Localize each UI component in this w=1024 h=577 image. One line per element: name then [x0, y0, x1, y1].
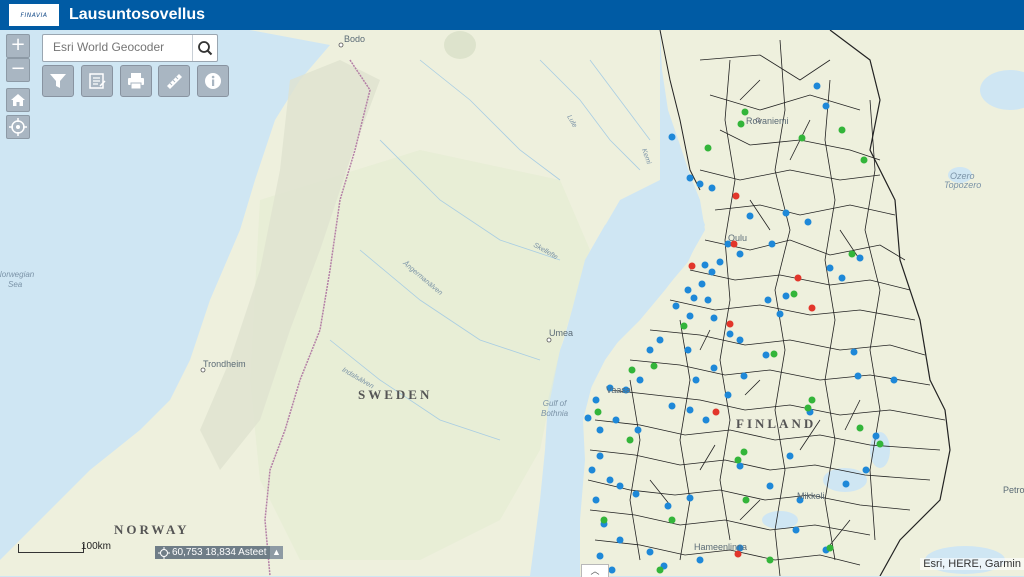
scale-label: 100km [81, 541, 112, 552]
city-label: Rovaniemi [746, 116, 789, 126]
city-label: Hameenlinna [694, 542, 748, 552]
city-label: Trondheim [203, 359, 246, 369]
print-icon [128, 73, 144, 90]
scale-bar [18, 544, 84, 553]
map-view[interactable]: Bodo Rovaniemi Oulu Umea Trondheim Vaasa… [0, 30, 1024, 576]
zoom-in-button[interactable]: + [6, 34, 30, 58]
city-label: Bodo [344, 34, 366, 44]
country-label: NORWAY [114, 522, 190, 537]
country-label: FINLAND [736, 416, 817, 431]
print-button[interactable] [120, 65, 152, 97]
coordinate-readout: 60,753 18,834 Asteet [155, 546, 270, 559]
crosshair-icon [158, 546, 170, 559]
sea-label: NorwegianSea [0, 270, 35, 289]
info-icon [205, 73, 221, 89]
info-button[interactable] [197, 65, 229, 97]
coordinate-text: 60,753 18,834 Asteet [172, 547, 267, 558]
measure-button[interactable] [158, 65, 190, 97]
city-label: Petro [1003, 485, 1024, 495]
home-button[interactable] [6, 88, 30, 112]
city-label: Mikkeli [797, 491, 825, 501]
city-label: Oulu [728, 233, 748, 243]
lake-label: Topozero [944, 180, 982, 190]
finavia-logo: FINAVIA [9, 4, 59, 26]
city-label: Umea [549, 328, 574, 338]
filter-icon [50, 74, 66, 88]
report-button[interactable] [81, 65, 113, 97]
chevron-up-icon: ▲ [272, 547, 281, 557]
report-icon [89, 73, 106, 89]
sea-label: Gulf of Bothnia [541, 399, 569, 418]
country-label: SWEDEN [358, 387, 433, 402]
map-attribution: Esri, HERE, Garmin [920, 558, 1024, 570]
home-icon [11, 94, 25, 106]
zoom-out-button[interactable]: − [6, 58, 30, 82]
search-button[interactable] [192, 35, 217, 61]
filter-button[interactable] [42, 65, 74, 97]
search-input[interactable] [43, 35, 193, 59]
city-label: Vaasa [606, 385, 631, 395]
coordinate-toggle-button[interactable]: ▲ [270, 546, 283, 559]
basemap[interactable] [0, 30, 1024, 576]
geocoder-search [42, 34, 218, 62]
search-icon [198, 41, 213, 56]
chevron-up-icon: ︿ [590, 566, 600, 576]
locate-icon [9, 118, 27, 136]
panel-expand-handle[interactable]: ︿ [581, 564, 609, 577]
app-header: FINAVIA Lausuntosovellus [0, 0, 1024, 30]
measure-icon [167, 74, 182, 89]
app-title: Lausuntosovellus [69, 6, 206, 23]
locate-button[interactable] [6, 115, 30, 139]
